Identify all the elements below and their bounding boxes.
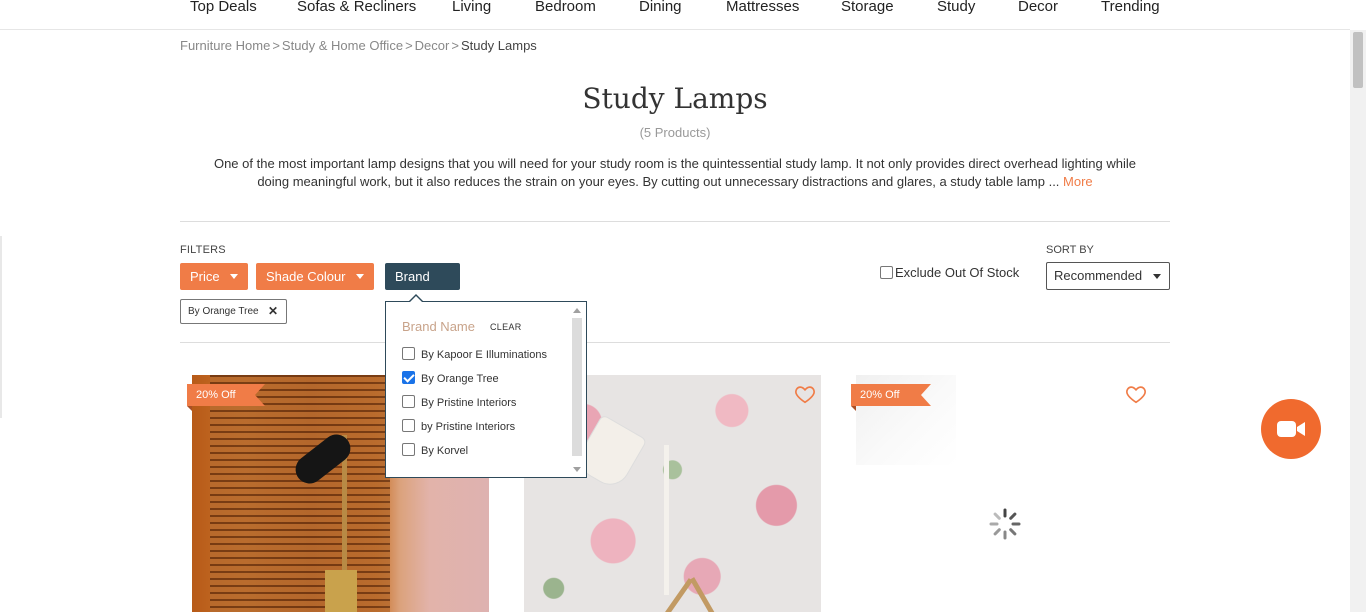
exclude-out-of-stock[interactable]: Exclude Out Of Stock	[880, 265, 1019, 280]
brand-option-label: By Kapoor E Illuminations	[421, 349, 547, 361]
chevron-down-icon	[355, 274, 364, 280]
brand-clear-button[interactable]: CLEAR	[490, 322, 522, 332]
chevron-down-icon	[229, 274, 238, 280]
product-image-lamp-leg	[689, 577, 720, 612]
brand-dropdown-scrollbar-thumb[interactable]	[572, 318, 582, 456]
price-filter-label: Price	[190, 269, 220, 284]
nav-item-top-deals[interactable]: Top Deals	[190, 0, 257, 15]
heart-icon[interactable]	[1125, 383, 1147, 405]
filters-label: FILTERS	[180, 244, 226, 256]
breadcrumb-separator: >	[272, 38, 280, 53]
brand-option-label: By Korvel	[421, 445, 469, 457]
nav-item-mattresses[interactable]: Mattresses	[726, 0, 799, 15]
brand-option-kapoor-e-illuminations[interactable]: By Kapoor E Illuminations	[402, 347, 547, 361]
breadcrumb-current: Study Lamps	[460, 38, 537, 53]
video-camera-icon	[1277, 421, 1305, 437]
sort-select[interactable]: Recommended	[1046, 262, 1170, 290]
brand-option-label: By Orange Tree	[421, 373, 499, 385]
sort-by-label: SORT BY	[1046, 244, 1094, 256]
nav-item-living[interactable]: Living	[452, 0, 491, 15]
page-scrollbar-thumb[interactable]	[1353, 32, 1363, 88]
brand-option-orange-tree[interactable]: By Orange Tree	[402, 371, 499, 385]
brand-option-pristine-interiors-alt[interactable]: by Pristine Interiors	[402, 419, 515, 433]
breadcrumb-separator: >	[405, 38, 413, 53]
shade-colour-filter-label: Shade Colour	[266, 269, 346, 284]
top-navigation: Top Deals Sofas & Recliners Living Bedro…	[0, 0, 1350, 30]
left-edge-divider	[0, 236, 2, 418]
product-image-blinds	[210, 375, 390, 612]
brand-option-label: by Pristine Interiors	[421, 421, 516, 433]
brand-option-korvel[interactable]: By Korvel	[402, 443, 468, 457]
nav-item-trending[interactable]: Trending	[1101, 0, 1160, 15]
brand-filter-button[interactable]: Brand	[385, 263, 460, 290]
divider-filters	[180, 342, 1170, 343]
breadcrumb-decor[interactable]: Decor	[415, 38, 450, 53]
loading-spinner-icon	[989, 508, 1021, 540]
nav-item-sofas-recliners[interactable]: Sofas & Recliners	[297, 0, 416, 15]
nav-item-storage[interactable]: Storage	[841, 0, 894, 15]
nav-item-study[interactable]: Study	[937, 0, 975, 15]
more-link[interactable]: More	[1063, 174, 1093, 189]
price-filter-button[interactable]: Price	[180, 263, 248, 290]
brand-option-pristine-interiors[interactable]: By Pristine Interiors	[402, 395, 516, 409]
nav-item-decor[interactable]: Decor	[1018, 0, 1058, 15]
brand-dropdown-header: Brand Name	[402, 319, 475, 334]
shade-colour-filter-button[interactable]: Shade Colour	[256, 263, 374, 290]
product-count: (5 Products)	[639, 125, 711, 140]
breadcrumb-study-home-office[interactable]: Study & Home Office	[282, 38, 403, 53]
breadcrumb-furniture-home[interactable]: Furniture Home	[180, 38, 270, 53]
category-description: One of the most important lamp designs t…	[180, 155, 1170, 191]
description-line-1: One of the most important lamp designs t…	[213, 156, 1137, 171]
brand-option-checkbox[interactable]	[402, 443, 415, 456]
discount-badge: 20% Off	[851, 384, 931, 411]
brand-filter-dropdown: Brand Name CLEAR By Kapoor E Illuminatio…	[385, 294, 587, 478]
nav-item-dining[interactable]: Dining	[639, 0, 682, 15]
product-image-lamp-base	[325, 570, 357, 612]
scroll-up-arrow-icon[interactable]	[573, 308, 581, 313]
brand-filter-label: Brand	[395, 269, 430, 284]
product-image-lamp-arm	[664, 445, 669, 595]
page-scrollbar[interactable]	[1350, 30, 1366, 612]
chevron-down-icon	[1153, 274, 1161, 279]
sort-select-value: Recommended	[1054, 268, 1143, 283]
brand-option-checkbox[interactable]	[402, 347, 415, 360]
description-line-2: doing meaningful work, but it also reduc…	[180, 173, 1170, 191]
brand-option-checkbox[interactable]	[402, 395, 415, 408]
exclude-out-of-stock-label: Exclude Out Of Stock	[895, 265, 1020, 280]
applied-filter-chip: By Orange Tree ✕	[180, 299, 287, 324]
applied-filter-label: By Orange Tree	[188, 306, 259, 317]
page-title: Study Lamps	[582, 82, 768, 115]
brand-option-checkbox-checked[interactable]	[402, 371, 415, 384]
video-call-button[interactable]	[1261, 399, 1321, 459]
description-line-2-text: doing meaningful work, but it also reduc…	[257, 174, 1060, 189]
scroll-down-arrow-icon[interactable]	[573, 467, 581, 472]
brand-option-label: By Pristine Interiors	[421, 397, 517, 409]
divider-top	[180, 221, 1170, 222]
nav-item-bedroom[interactable]: Bedroom	[535, 0, 596, 15]
brand-dropdown-scrollbar[interactable]	[572, 306, 582, 474]
breadcrumb: Furniture Home > Study & Home Office > Decor…	[180, 38, 537, 53]
close-icon[interactable]: ✕	[268, 300, 278, 323]
heart-icon[interactable]	[794, 383, 816, 405]
exclude-out-of-stock-checkbox[interactable]	[880, 266, 893, 279]
breadcrumb-separator: >	[451, 38, 459, 53]
brand-option-checkbox[interactable]	[402, 419, 415, 432]
discount-badge: 20% Off	[187, 384, 265, 411]
